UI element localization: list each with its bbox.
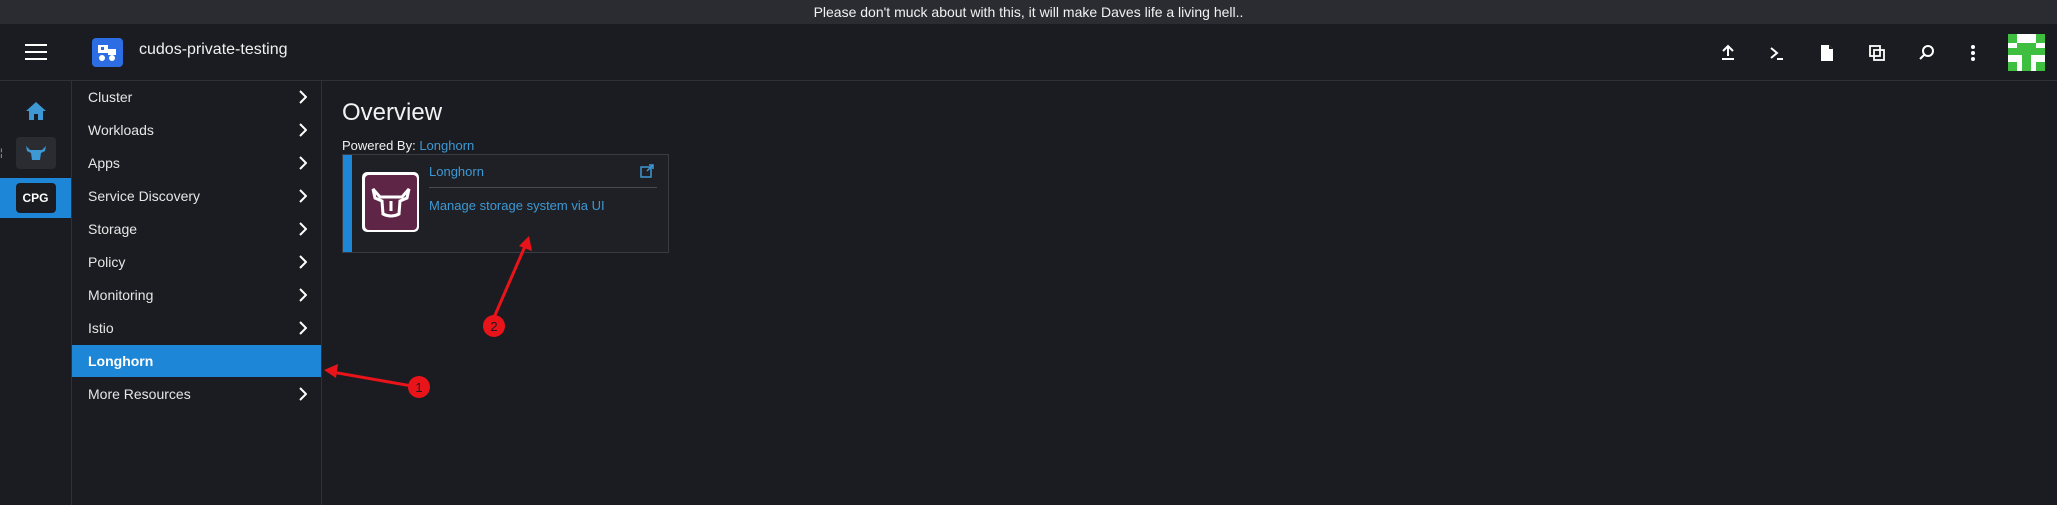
nav-item-workloads[interactable]: Workloads xyxy=(72,114,321,146)
chevron-right-icon xyxy=(299,387,307,401)
chevron-right-icon xyxy=(299,189,307,203)
longhorn-cow-icon[interactable] xyxy=(16,137,56,169)
nav-item-cluster[interactable]: Cluster xyxy=(72,81,321,113)
home-icon[interactable] xyxy=(24,99,48,123)
nav-item-label: Monitoring xyxy=(88,287,154,303)
cluster-name[interactable]: cudos-private-testing xyxy=(139,41,288,59)
app-header: cudos-private-testing xyxy=(0,24,2057,81)
nav-item-istio[interactable]: Istio xyxy=(72,312,321,344)
nav-item-label: Policy xyxy=(88,254,126,270)
nav-item-storage[interactable]: Storage xyxy=(72,213,321,245)
nav-item-label: Workloads xyxy=(88,122,154,138)
annotation-badge-2: 2 xyxy=(483,315,505,337)
card-name[interactable]: Longhorn xyxy=(429,164,484,179)
nav-item-more-resources[interactable]: More Resources xyxy=(72,378,321,410)
annotation-arrow-1 xyxy=(324,364,413,388)
svg-text:2: 2 xyxy=(490,319,497,334)
terminal-icon[interactable] xyxy=(1762,38,1792,68)
powered-by-label: Powered By: xyxy=(342,138,416,153)
banner-text: Please don't muck about with this, it wi… xyxy=(813,4,1244,20)
chevron-right-icon xyxy=(299,123,307,137)
card-accent xyxy=(343,155,352,252)
powered-by: Powered By: Longhorn xyxy=(342,138,474,153)
nav-item-monitoring[interactable]: Monitoring xyxy=(72,279,321,311)
annotation-badge-1: 1 xyxy=(408,376,430,398)
longhorn-logo xyxy=(362,172,419,232)
nav-item-label: Apps xyxy=(88,155,120,171)
rail-marker: ¦ xyxy=(0,148,3,159)
longhorn-card[interactable]: Longhorn Manage storage system via UI xyxy=(342,154,669,253)
nav-item-label: More Resources xyxy=(88,386,191,402)
svg-text:1: 1 xyxy=(415,380,422,395)
nav-item-longhorn[interactable]: Longhorn xyxy=(72,345,321,377)
card-description[interactable]: Manage storage system via UI xyxy=(429,198,605,213)
chevron-right-icon xyxy=(299,321,307,335)
chevron-right-icon xyxy=(299,288,307,302)
upload-icon[interactable] xyxy=(1713,38,1743,68)
nav-item-label: Longhorn xyxy=(88,353,154,369)
menu-icon[interactable] xyxy=(25,44,47,60)
system-banner: Please don't muck about with this, it wi… xyxy=(0,0,2057,24)
chevron-right-icon xyxy=(299,90,307,104)
chevron-right-icon xyxy=(299,222,307,236)
user-avatar[interactable] xyxy=(2008,34,2045,71)
nav-item-label: Storage xyxy=(88,221,138,237)
more-vert-icon[interactable] xyxy=(1958,38,1988,68)
nav-item-label: Cluster xyxy=(88,89,133,105)
nav-item-label: Istio xyxy=(88,320,114,336)
nav-item-label: Service Discovery xyxy=(88,188,201,204)
cluster-rail: ¦ CPG xyxy=(0,81,72,505)
chevron-right-icon xyxy=(299,255,307,269)
copy-icon[interactable] xyxy=(1862,38,1892,68)
cluster-badge: CPG xyxy=(15,183,56,213)
search-icon[interactable] xyxy=(1912,38,1942,68)
cluster-icon xyxy=(92,38,123,67)
cluster-badge-button[interactable]: CPG xyxy=(0,178,71,218)
nav-item-service-discovery[interactable]: Service Discovery xyxy=(72,180,321,212)
side-nav: Cluster Workloads Apps Service Discovery… xyxy=(72,81,322,505)
chevron-right-icon xyxy=(299,156,307,170)
nav-item-apps[interactable]: Apps xyxy=(72,147,321,179)
external-link-icon[interactable] xyxy=(640,164,654,178)
file-icon[interactable] xyxy=(1812,38,1842,68)
page-title: Overview xyxy=(342,99,443,126)
powered-by-link[interactable]: Longhorn xyxy=(419,138,474,153)
card-divider xyxy=(429,187,657,188)
nav-item-policy[interactable]: Policy xyxy=(72,246,321,278)
